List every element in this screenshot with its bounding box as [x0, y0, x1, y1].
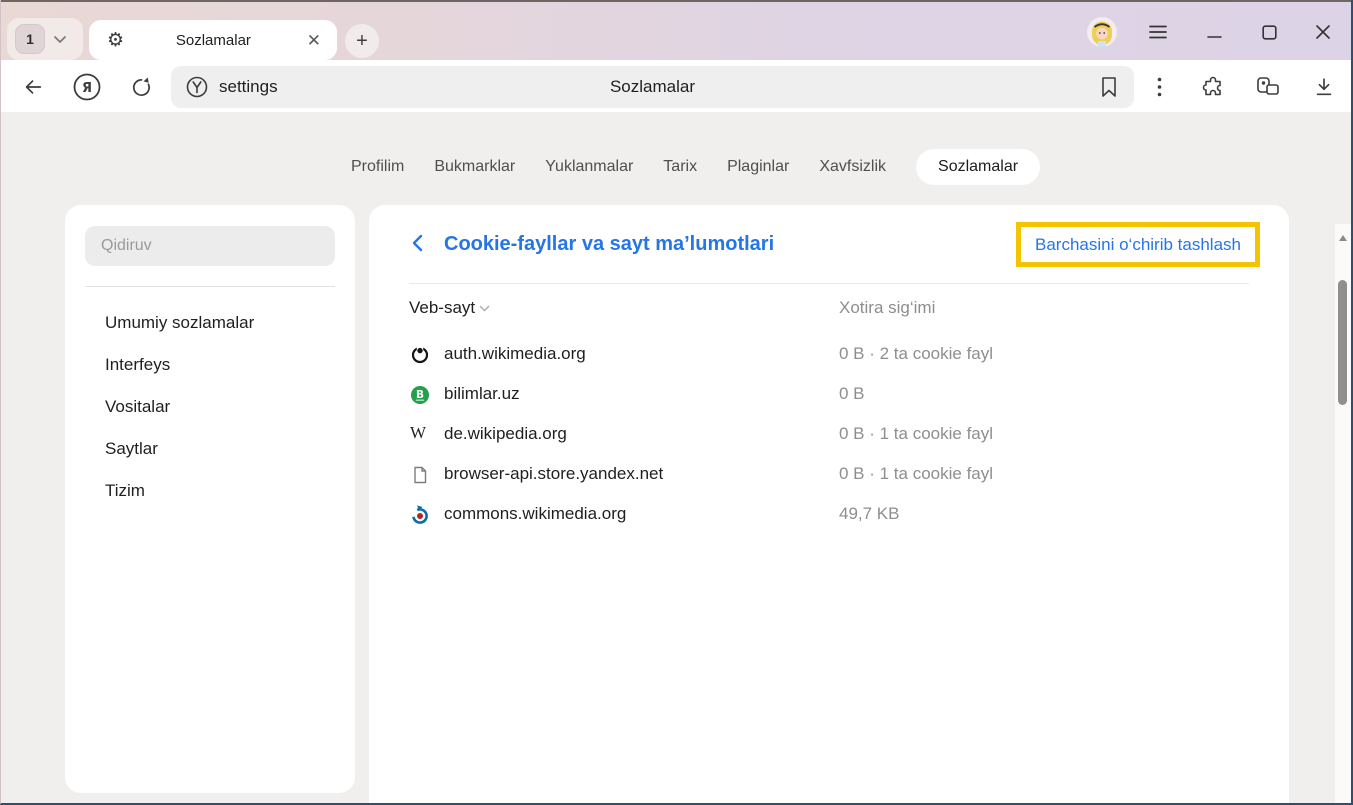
table-row[interactable]: B bilimlar.uz 0 B	[369, 375, 1289, 415]
passwords-key-icon[interactable]	[1248, 62, 1288, 112]
sidebar-search-input[interactable]	[85, 226, 335, 266]
site-domain: commons.wikimedia.org	[444, 504, 626, 524]
page-title: Cookie-fayllar va sayt ma’lumotlari	[444, 233, 774, 256]
menu-hamburger-icon[interactable]	[1140, 2, 1176, 62]
document-favicon	[410, 465, 430, 485]
sidebar-item-umumiy-sozlamalar[interactable]: Umumiy sozlamalar	[65, 302, 355, 344]
yandex-logo-icon[interactable]: Я	[67, 62, 107, 112]
scrollbar-thumb[interactable]	[1338, 280, 1347, 405]
wikipedia-favicon: W	[410, 423, 426, 443]
table-row[interactable]: auth.wikimedia.org 0 B · 2 ta cookie fay…	[369, 335, 1289, 375]
sidebar-divider	[85, 286, 335, 287]
nav-tab-xavfsizlik[interactable]: Xavfsizlik	[819, 158, 886, 176]
bookmark-icon[interactable]	[1098, 75, 1120, 99]
svg-text:B: B	[416, 389, 424, 401]
protect-y-icon	[185, 75, 209, 99]
commons-favicon	[410, 505, 430, 525]
column-site-label: Veb-sayt	[409, 298, 475, 317]
site-storage-size: 0 B	[839, 384, 865, 404]
table-row[interactable]: W de.wikipedia.org 0 B · 1 ta cookie fay…	[369, 415, 1289, 455]
tab-counter-badge[interactable]: 1	[15, 24, 45, 54]
cookies-panel: Cookie-fayllar va sayt ma’lumotlari Barc…	[369, 205, 1289, 805]
site-storage-size: 0 B · 1 ta cookie fayl	[839, 424, 993, 444]
back-button[interactable]	[13, 62, 53, 112]
browser-tab-settings[interactable]: ⚙ Sozlamalar ✕	[89, 20, 337, 60]
table-row[interactable]: commons.wikimedia.org 49,7 KB	[369, 495, 1289, 535]
sidebar-item-vositalar[interactable]: Vositalar	[65, 386, 355, 428]
browser-toolbar: Я settings Sozlamalar	[1, 62, 1351, 112]
site-domain: bilimlar.uz	[444, 384, 520, 404]
tab-title: Sozlamalar	[124, 32, 303, 49]
site-domain: auth.wikimedia.org	[444, 344, 586, 364]
profile-avatar[interactable]	[1084, 2, 1120, 62]
nav-tab-yuklanmalar[interactable]: Yuklanmalar	[545, 158, 633, 176]
sidebar-item-tizim[interactable]: Tizim	[65, 470, 355, 512]
back-chevron-icon[interactable]	[409, 233, 425, 253]
more-options-icon[interactable]	[1139, 62, 1179, 112]
sidebar-item-saytlar[interactable]: Saytlar	[65, 428, 355, 470]
window-minimize-button[interactable]	[1196, 2, 1232, 62]
settings-page: Profilim Bukmarklar Yuklanmalar Tarix Pl…	[1, 112, 1351, 805]
sidebar-menu: Umumiy sozlamalar Interfeys Vositalar Sa…	[65, 302, 355, 512]
tab-group-control[interactable]: 1	[7, 18, 83, 60]
bilimlar-favicon: B	[410, 385, 430, 405]
nav-tab-sozlamalar-active[interactable]: Sozlamalar	[916, 149, 1040, 185]
avatar-image	[1087, 17, 1117, 47]
nav-tab-bukmarklar[interactable]: Bukmarklar	[434, 158, 515, 176]
new-tab-button[interactable]: +	[345, 24, 379, 58]
window-maximize-button[interactable]	[1251, 2, 1287, 62]
site-storage-size: 0 B · 2 ta cookie fayl	[839, 344, 993, 364]
page-scrollbar[interactable]	[1335, 224, 1351, 805]
address-page-title: Sozlamalar	[171, 77, 1134, 97]
sidebar-item-interfeys[interactable]: Interfeys	[65, 344, 355, 386]
scroll-up-icon[interactable]	[1337, 232, 1349, 244]
table-row[interactable]: browser-api.store.yandex.net 0 B · 1 ta …	[369, 455, 1289, 495]
nav-tab-plaginlar[interactable]: Plaginlar	[727, 158, 789, 176]
wikimedia-favicon	[410, 345, 430, 365]
chevron-down-icon	[53, 35, 67, 44]
column-header-site[interactable]: Veb-sayt	[409, 298, 490, 318]
settings-sidebar: Umumiy sozlamalar Interfeys Vositalar Sa…	[65, 205, 355, 793]
tab-close-icon[interactable]: ✕	[303, 32, 325, 49]
extensions-puzzle-icon[interactable]	[1193, 62, 1233, 112]
site-domain: browser-api.store.yandex.net	[444, 464, 663, 484]
settings-nav-tabs: Profilim Bukmarklar Yuklanmalar Tarix Pl…	[351, 148, 1040, 186]
gear-icon: ⚙	[107, 31, 124, 50]
sort-chevron-icon[interactable]	[479, 305, 490, 312]
browser-window: 1 ⚙ Sozlamalar ✕ +	[0, 0, 1353, 805]
address-bar[interactable]: settings Sozlamalar	[171, 66, 1134, 108]
reload-icon[interactable]	[121, 62, 161, 112]
highlight-annotation-box: Barchasini o‘chirib tashlash	[1016, 222, 1260, 267]
window-close-button[interactable]	[1305, 2, 1341, 62]
site-domain: de.wikipedia.org	[444, 424, 567, 444]
nav-tab-profilim[interactable]: Profilim	[351, 158, 404, 176]
nav-tab-tarix[interactable]: Tarix	[663, 158, 697, 176]
site-storage-size: 49,7 KB	[839, 504, 900, 524]
site-storage-size: 0 B · 1 ta cookie fayl	[839, 464, 993, 484]
address-input-value[interactable]: settings	[219, 77, 278, 97]
downloads-icon[interactable]	[1304, 62, 1344, 112]
table-header: Veb-sayt Xotira sig‘imi	[369, 295, 1289, 323]
header-divider	[409, 283, 1249, 284]
delete-all-button[interactable]: Barchasini o‘chirib tashlash	[1035, 235, 1241, 255]
window-titlebar: 1 ⚙ Sozlamalar ✕ +	[1, 0, 1351, 60]
svg-text:Я: Я	[82, 81, 92, 96]
column-header-size: Xotira sig‘imi	[839, 298, 935, 318]
